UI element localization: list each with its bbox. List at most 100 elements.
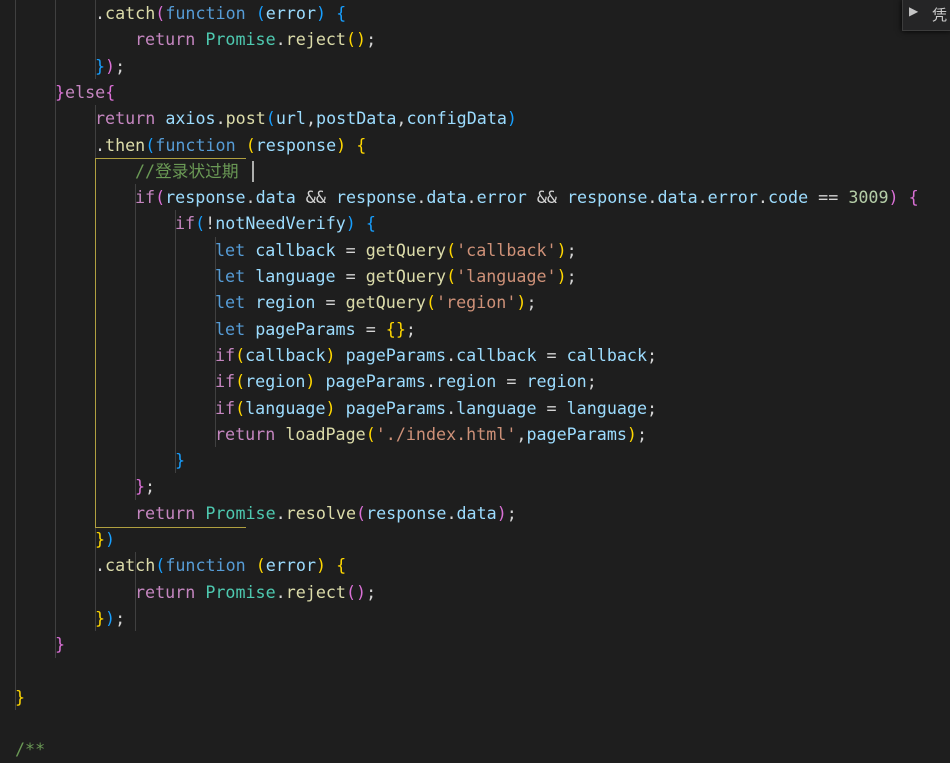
code-token: region (526, 371, 587, 392)
code-token: ) (316, 3, 327, 23)
chevron-right-icon[interactable]: ▶ (909, 4, 918, 18)
find-widget[interactable]: ▶ 凭 (902, 0, 950, 31)
code-line[interactable]: } (55, 631, 65, 657)
code-token: ( (145, 134, 156, 155)
code-line[interactable]: if(callback) pageParams.callback = callb… (215, 342, 657, 368)
code-line[interactable]: return Promise.reject(); (135, 579, 376, 605)
code-token: . (245, 187, 256, 208)
code-line[interactable]: let callback = getQuery('callback'); (215, 237, 577, 263)
code-token: ; (647, 397, 658, 418)
code-token: = (335, 266, 366, 286)
code-token: loadPage (285, 423, 366, 444)
code-token: ; (526, 292, 537, 313)
code-token: return (135, 581, 196, 602)
code-token: if (175, 213, 196, 234)
code-token: 'region' (436, 292, 517, 313)
code-line[interactable]: if(region) pageParams.region = region; (215, 368, 597, 394)
code-line[interactable]: .then(function (response) { (95, 132, 366, 158)
code-token: = (355, 318, 386, 339)
code-token: , (516, 423, 527, 444)
code-token: ( (425, 292, 437, 313)
code-line[interactable]: } (15, 684, 25, 710)
code-token: pageParams (345, 344, 447, 365)
code-line[interactable]: } (175, 447, 185, 473)
code-token: . (466, 187, 477, 208)
code-token: . (697, 187, 708, 208)
code-line[interactable]: .catch(function (error) { (95, 0, 346, 26)
code-token: return (95, 108, 156, 129)
code-line[interactable]: if(language) pageParams.language = langu… (215, 395, 657, 421)
code-token: function (165, 3, 246, 23)
code-line[interactable]: if(!notNeedVerify) { (175, 210, 376, 236)
code-line[interactable]: }; (135, 473, 155, 499)
code-token: postData (316, 108, 397, 129)
code-token: getQuery (345, 292, 426, 313)
code-token: language (255, 266, 336, 286)
code-token: language (245, 397, 326, 418)
code-token: } (15, 686, 26, 707)
code-token: language (456, 397, 537, 418)
code-token: function (155, 134, 236, 155)
code-line[interactable]: let region = getQuery('region'); (215, 289, 537, 315)
code-token: , (396, 108, 407, 129)
code-line[interactable]: let language = getQuery('language'); (215, 263, 577, 289)
code-token: 'callback' (456, 239, 557, 260)
code-token: callback (566, 344, 648, 365)
code-line[interactable]: return Promise.resolve(response.data); (135, 500, 517, 526)
code-line[interactable]: //登录状过期 (135, 158, 239, 184)
code-line[interactable]: .catch(function (error) { (95, 552, 346, 578)
code-token: ( (345, 29, 357, 50)
code-token: . (275, 29, 286, 50)
code-token: ) (336, 134, 347, 155)
code-line[interactable]: return loadPage('./index.html',pageParam… (215, 421, 647, 447)
code-line[interactable]: return Promise.reject(); (135, 26, 376, 52)
code-token: ! (205, 213, 216, 234)
code-token: . (647, 187, 658, 208)
code-token: catch (105, 555, 156, 576)
code-line[interactable]: return axios.post(url,postData,configDat… (95, 105, 517, 131)
code-token: data (255, 187, 296, 208)
code-token: . (416, 187, 427, 208)
code-token: ) (556, 266, 567, 286)
code-line[interactable]: }); (95, 605, 125, 631)
code-token: , (305, 108, 317, 129)
code-line[interactable]: let pageParams = {}; (215, 316, 416, 342)
code-token: ; (566, 266, 577, 286)
code-token: pageParams (526, 423, 627, 444)
code-token: { (385, 318, 396, 339)
code-editor[interactable]: .catch(function (error) {return Promise.… (0, 0, 950, 762)
code-token: ( (446, 266, 457, 286)
code-line[interactable]: }); (95, 53, 125, 79)
code-token: ; (115, 607, 126, 628)
code-token: ) (556, 239, 567, 260)
code-token: ( (365, 423, 376, 444)
code-line[interactable]: }) (95, 526, 115, 552)
code-token: response (567, 187, 648, 208)
code-token: } (95, 529, 106, 549)
code-line[interactable]: /** (15, 736, 45, 762)
code-token: let (215, 239, 246, 260)
code-token: ( (356, 502, 367, 523)
code-token: post (225, 108, 266, 129)
code-token: function (165, 555, 246, 576)
code-token: { (356, 134, 367, 155)
code-line[interactable]: }else{ (55, 79, 115, 105)
code-token: reject (285, 581, 346, 602)
code-line[interactable]: if(response.data && response.data.error … (135, 184, 919, 210)
code-token: ) (516, 292, 527, 313)
code-token: callback (245, 344, 326, 365)
code-token: let (215, 266, 246, 286)
code-token: resolve (285, 502, 357, 523)
code-token: response (255, 134, 337, 155)
code-token: let (215, 318, 246, 339)
code-token: && (526, 187, 568, 208)
code-token: callback (255, 239, 336, 260)
code-token: response (335, 187, 417, 208)
